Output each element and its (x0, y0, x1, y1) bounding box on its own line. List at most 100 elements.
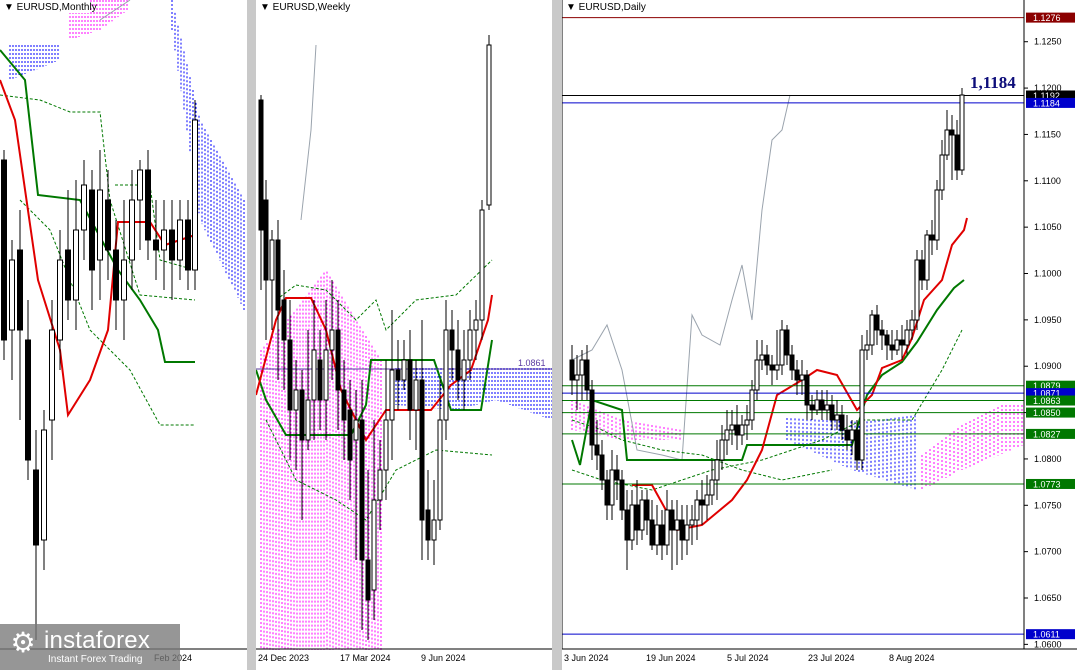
bull-candle (629, 504, 635, 541)
bull-candle (749, 389, 755, 421)
bull-candle (383, 419, 389, 471)
y-tick-label: 1.0700 (1034, 547, 1062, 557)
bear-candle (25, 339, 31, 461)
weekly-price-label: 1.0861 (518, 358, 546, 368)
y-tick-label: 1.0950 (1034, 315, 1062, 325)
bear-candle (419, 379, 425, 521)
bear-candle (734, 424, 740, 436)
weekly-chart: 1.0861 ▼ EURUSD,Weekly 24 Dec 2023 17 Mar 2… (256, 0, 552, 663)
bull-candle (739, 424, 745, 436)
bear-candle (769, 364, 775, 371)
bear-candle (594, 444, 600, 456)
brand-name: instaforex (44, 627, 151, 654)
bear-candle (634, 504, 640, 531)
bull-candle (305, 399, 311, 441)
bear-candle (604, 479, 610, 506)
bull-candle (944, 129, 950, 156)
x-tick-label: 5 Jul 2024 (727, 653, 769, 663)
x-tick-label: 23 Jul 2024 (808, 653, 855, 663)
bear-candle (185, 219, 191, 271)
monthly-chart-panel[interactable]: ▼ EURUSD,MonthlyFeb 2024 (0, 0, 247, 670)
bull-candle (799, 374, 805, 381)
bull-candle (137, 169, 143, 201)
bull-candle (329, 329, 335, 351)
bull-candle (121, 259, 127, 301)
daily-chart: 1,1184▼ EURUSD,Daily1.12501.12001.11501.… (562, 0, 1077, 663)
bull-candle (389, 369, 395, 421)
bear-candle (839, 414, 845, 431)
bear-candle (804, 374, 810, 406)
x-tick-label: 19 Jun 2024 (646, 653, 696, 663)
y-tick-label: 1.1250 (1034, 37, 1062, 47)
bear-candle (614, 469, 620, 481)
panel-separator[interactable] (247, 0, 256, 670)
daily-kijun-line (571, 279, 965, 466)
x-tick-label: 8 Aug 2024 (889, 653, 935, 663)
bear-candle (659, 524, 665, 546)
y-tick-label: 1.1000 (1034, 269, 1062, 279)
bear-candle (263, 199, 269, 281)
bear-candle (65, 249, 71, 301)
bear-candle (455, 349, 461, 381)
bear-candle (649, 519, 655, 546)
bull-candle (269, 239, 275, 281)
bull-candle (689, 519, 695, 526)
bear-candle (407, 359, 413, 411)
instaforex-logo: ⚙ instaforex Instant Forex Trading (0, 624, 180, 670)
x-tick-label: 9 Jun 2024 (421, 653, 466, 663)
bear-candle (365, 559, 371, 601)
bear-candle (599, 454, 605, 481)
bear-candle (317, 359, 323, 401)
bear-candle (281, 299, 287, 341)
weekly-chart-panel[interactable]: 1.0861 ▼ EURUSD,Weekly 24 Dec 2023 17 Mar 2… (256, 0, 552, 670)
bull-candle (939, 154, 945, 191)
x-tick-label: 3 Jun 2024 (564, 653, 609, 663)
bear-candle (794, 369, 800, 381)
bear-candle (153, 239, 159, 251)
bull-candle (709, 479, 715, 496)
bear-candle (113, 249, 119, 301)
daily-chart-panel[interactable]: 1,1184 ▼ EURUSD,Daily 1.1250 1.1200 1.1150 1.… (562, 0, 1077, 670)
daily-level-label: 1.0611 (1033, 630, 1060, 640)
weekly-cloud-down (395, 368, 552, 420)
bull-candle (859, 349, 865, 461)
bear-candle (359, 419, 365, 561)
monthly-cloud-down (171, 0, 245, 310)
y-tick-label: 1.1050 (1034, 222, 1062, 232)
bull-candle (779, 329, 785, 366)
y-tick-label: 1.0750 (1034, 500, 1062, 510)
y-tick-label: 1.1100 (1034, 176, 1061, 186)
bull-candle (57, 259, 63, 341)
bull-candle (924, 234, 930, 281)
bear-candle (889, 344, 895, 351)
y-tick-label: 1.0650 (1034, 593, 1062, 603)
bear-candle (287, 339, 293, 411)
bull-candle (401, 359, 407, 381)
bear-candle (335, 329, 341, 391)
bull-candle (834, 414, 840, 421)
bull-candle (161, 229, 167, 251)
daily-level-label: 1.0827 (1033, 429, 1061, 439)
bull-candle (486, 44, 492, 206)
bear-candle (589, 389, 595, 446)
bull-candle (824, 404, 830, 411)
bull-candle (639, 499, 645, 531)
bull-candle (674, 519, 680, 531)
bear-candle (299, 389, 305, 441)
panel-separator[interactable] (552, 0, 562, 670)
monthly-chart: ▼ EURUSD,MonthlyFeb 2024 (0, 0, 247, 663)
bear-candle (569, 359, 575, 381)
bull-candle (814, 399, 820, 411)
bear-candle (929, 234, 935, 241)
bull-candle (864, 344, 870, 351)
bear-candle (89, 189, 95, 271)
bear-candle (819, 399, 825, 411)
bull-candle (311, 349, 317, 401)
bear-candle (624, 509, 630, 541)
bull-candle (49, 329, 55, 421)
bull-candle (431, 519, 437, 541)
bear-candle (258, 99, 264, 231)
bear-candle (619, 479, 625, 511)
bear-candle (169, 229, 175, 261)
bull-candle (73, 229, 79, 301)
